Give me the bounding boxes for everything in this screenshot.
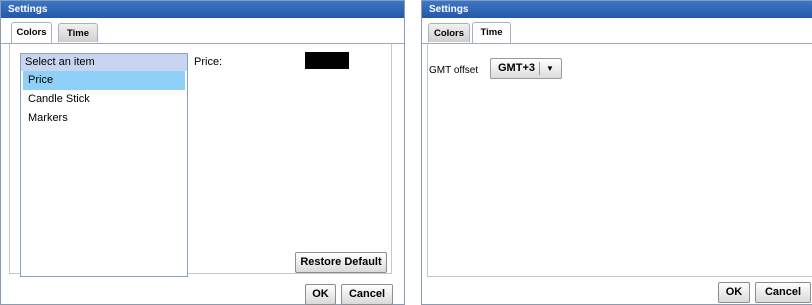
cancel-button[interactable]: Cancel — [341, 284, 393, 305]
tab-colors[interactable]: Colors — [428, 23, 470, 42]
tab-strip: Colors Time — [422, 19, 812, 44]
dialog-title: Settings — [422, 1, 812, 18]
price-color-swatch[interactable] — [305, 52, 349, 69]
list-item-markers[interactable]: Markers — [23, 109, 185, 128]
restore-default-button[interactable]: Restore Default — [295, 252, 387, 273]
tab-panel-time — [427, 44, 812, 277]
gmt-offset-value: GMT+3 — [498, 62, 535, 74]
gmt-offset-dropdown[interactable]: GMT+3 ▼ — [490, 58, 562, 79]
settings-dialog-colors: Settings Colors Time Select an item Pric… — [0, 0, 405, 305]
tab-time[interactable]: Time — [58, 23, 98, 42]
ok-button[interactable]: OK — [305, 284, 336, 305]
caret-down-icon: ▼ — [546, 64, 554, 73]
gmt-offset-label: GMT offset — [429, 65, 479, 76]
list-item-price[interactable]: Price — [23, 71, 185, 90]
list-header: Select an item — [21, 54, 187, 71]
cancel-button[interactable]: Cancel — [755, 282, 811, 303]
settings-dialog-time: Settings Colors Time GMT offset GMT+3 ▼ … — [421, 0, 812, 305]
list-item-candle-stick[interactable]: Candle Stick — [23, 90, 185, 109]
price-color-label: Price: — [194, 56, 223, 68]
dropdown-divider — [539, 62, 540, 75]
tab-strip: Colors Time — [1, 19, 404, 44]
dialog-title: Settings — [1, 1, 404, 18]
item-listbox[interactable]: Select an item Price Candle Stick Marker… — [20, 53, 188, 277]
tab-panel-colors: Select an item Price Candle Stick Marker… — [9, 44, 392, 277]
tab-colors[interactable]: Colors — [11, 22, 52, 43]
tab-time[interactable]: Time — [472, 22, 511, 43]
ok-button[interactable]: OK — [718, 282, 750, 303]
